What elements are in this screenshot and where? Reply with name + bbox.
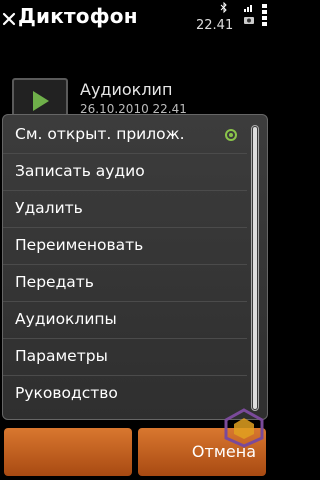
play-icon xyxy=(33,91,49,111)
bluetooth-icon xyxy=(220,2,227,13)
camera-icon xyxy=(244,17,254,24)
menu-item-help[interactable]: Руководство xyxy=(3,376,247,413)
signal-icon xyxy=(244,5,252,12)
menu-item-label: См. открыт. прилож. xyxy=(15,125,185,143)
active-indicator-icon xyxy=(225,129,237,141)
menu-item-label: Записать аудио xyxy=(15,162,145,180)
menu-item-label: Руководство xyxy=(15,384,118,402)
menu-item-audio-clips[interactable]: Аудиоклипы xyxy=(3,302,247,339)
left-softkey[interactable] xyxy=(4,428,132,476)
watermark-logo xyxy=(224,408,264,448)
menu-item-label: Переименовать xyxy=(15,236,144,254)
menu-item-open-apps[interactable]: См. открыт. прилож. xyxy=(3,117,247,154)
menu-item-record-audio[interactable]: Записать аудио xyxy=(3,154,247,191)
menu-item-label: Параметры xyxy=(15,347,108,365)
options-menu: См. открыт. прилож. Записать аудио Удали… xyxy=(2,114,268,420)
menu-item-rename[interactable]: Переименовать xyxy=(3,228,247,265)
menu-item-label: Удалить xyxy=(15,199,83,217)
menu-item-label: Передать xyxy=(15,273,94,291)
status-bar: Диктофон 22.41 xyxy=(0,0,270,46)
scrollbar-thumb[interactable] xyxy=(253,127,257,409)
close-icon[interactable] xyxy=(2,10,16,28)
menu-item-delete[interactable]: Удалить xyxy=(3,191,247,228)
clock: 22.41 xyxy=(196,18,234,33)
app-title: Диктофон xyxy=(18,4,138,28)
menu-scrollbar[interactable] xyxy=(251,125,259,411)
battery-icon xyxy=(262,4,267,26)
menu-item-send[interactable]: Передать xyxy=(3,265,247,302)
menu-item-label: Аудиоклипы xyxy=(15,310,117,328)
menu-item-settings[interactable]: Параметры xyxy=(3,339,247,376)
clip-name: Аудиоклип xyxy=(80,80,173,99)
